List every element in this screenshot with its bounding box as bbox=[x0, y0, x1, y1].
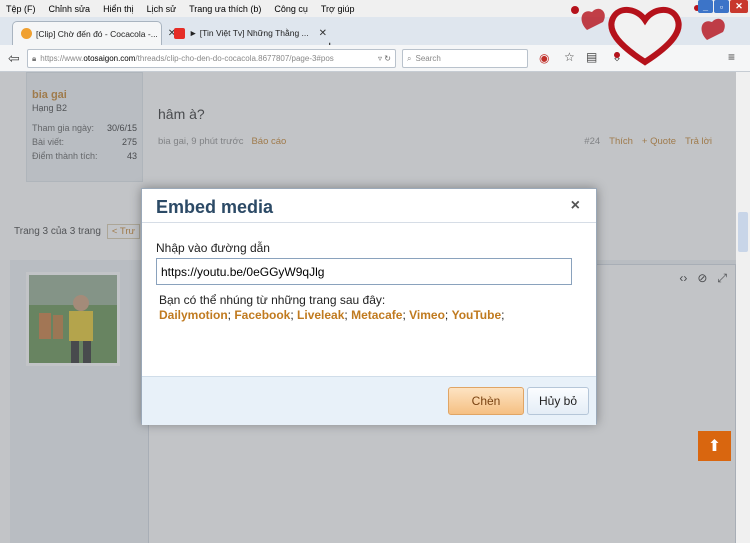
media-url-input[interactable] bbox=[156, 258, 572, 285]
tab-clip-cocacola[interactable]: [Clip] Chờ đến đó - Cocacola -... ✕ bbox=[12, 21, 176, 45]
separator: ; bbox=[444, 308, 452, 322]
navigation-bar: ⇦ 🔒︎ https://www. otosaigon.com/threads/c… bbox=[0, 45, 750, 72]
menu-item[interactable]: Công cụ bbox=[274, 4, 308, 14]
download-icon[interactable]: ⇩ bbox=[612, 50, 622, 64]
provider-youtube[interactable]: YouTube bbox=[452, 308, 502, 322]
provider-dailymotion[interactable]: Dailymotion bbox=[159, 308, 228, 322]
menu-item[interactable]: Lịch sử bbox=[147, 4, 177, 14]
url-label: Nhập vào đường dẫn bbox=[156, 241, 270, 255]
provider-list: Dailymotion; Facebook; Liveleak; Metacaf… bbox=[159, 308, 504, 322]
addon-icon[interactable]: ◉ bbox=[539, 51, 549, 65]
url-prefix: https://www. bbox=[40, 54, 84, 63]
url-path: /threads/clip-cho-den-do-cocacola.867780… bbox=[135, 54, 334, 63]
window-controls: _ ▫ ✕ bbox=[698, 0, 748, 13]
embed-note: Bạn có thể nhúng từ những trang sau đây: bbox=[159, 293, 386, 307]
menu-item[interactable]: Tệp (F) bbox=[6, 4, 36, 14]
menu-item[interactable]: Chỉnh sửa bbox=[49, 4, 91, 14]
lock-icon: 🔒︎ bbox=[32, 53, 37, 63]
dialog-header: Embed media × bbox=[142, 189, 596, 223]
dialog-title: Embed media bbox=[156, 197, 274, 217]
search-placeholder: Search bbox=[415, 54, 441, 63]
separator: ; bbox=[501, 308, 505, 322]
provider-liveleak[interactable]: Liveleak bbox=[297, 308, 344, 322]
maximize-icon[interactable]: ▫ bbox=[714, 0, 729, 13]
address-bar[interactable]: 🔒︎ https://www. otosaigon.com/threads/cli… bbox=[27, 49, 396, 68]
cancel-button[interactable]: Hủy bỏ bbox=[527, 387, 589, 415]
bookmarks-list-icon[interactable]: ▤ bbox=[586, 50, 597, 64]
minimize-icon[interactable]: _ bbox=[698, 0, 713, 13]
close-icon[interactable]: × bbox=[571, 197, 580, 215]
close-window-icon[interactable]: ✕ bbox=[730, 0, 748, 13]
provider-facebook[interactable]: Facebook bbox=[234, 308, 290, 322]
menu-icon[interactable]: ≡ bbox=[728, 50, 735, 64]
page-scrollbar[interactable] bbox=[736, 72, 750, 543]
insert-button[interactable]: Chèn bbox=[448, 387, 524, 415]
tab-label: ► [Tin Việt Tv] Những Thằng ... bbox=[189, 28, 309, 38]
dialog-footer: Chèn Hủy bỏ bbox=[142, 376, 596, 425]
search-icon: ⌕ bbox=[407, 53, 412, 63]
scrollbar-thumb[interactable] bbox=[738, 212, 748, 252]
menu-item[interactable]: Trang ưa thích (b) bbox=[189, 4, 261, 14]
search-bar[interactable]: ⌕ Search bbox=[402, 49, 528, 68]
close-tab-icon[interactable]: ✕ bbox=[319, 28, 327, 39]
tab-label: [Clip] Chờ đến đó - Cocacola -... bbox=[36, 28, 158, 39]
menu-item[interactable]: Hiển thị bbox=[103, 4, 134, 14]
scroll-to-top-button[interactable]: ⬆ bbox=[698, 431, 731, 461]
tab-tin-viet-tv[interactable]: ► [Tin Việt Tv] Những Thằng ... ✕ bbox=[166, 21, 327, 45]
youtube-icon bbox=[174, 27, 185, 39]
menu-bar: Tệp (F) Chỉnh sửa Hiển thị Lịch sử Trang ưa … bbox=[0, 0, 750, 17]
bookmark-star-icon[interactable]: ☆ bbox=[564, 50, 575, 64]
provider-vimeo[interactable]: Vimeo bbox=[409, 308, 445, 322]
url-host: otosaigon.com bbox=[83, 54, 136, 63]
site-favicon-icon bbox=[21, 28, 32, 39]
tab-strip: [Clip] Chờ đến đó - Cocacola -... ✕ ► [T… bbox=[0, 17, 750, 56]
menu-item[interactable]: Trợ giúp bbox=[321, 4, 355, 14]
embed-media-dialog: Embed media × Nhập vào đường dẫn Bạn có … bbox=[141, 188, 597, 425]
back-icon[interactable]: ⇦ bbox=[8, 50, 20, 67]
provider-metacafe[interactable]: Metacafe bbox=[351, 308, 402, 322]
home-icon[interactable]: ⌂ bbox=[638, 50, 645, 64]
reload-icon[interactable]: ▿ ↻ bbox=[378, 54, 395, 63]
